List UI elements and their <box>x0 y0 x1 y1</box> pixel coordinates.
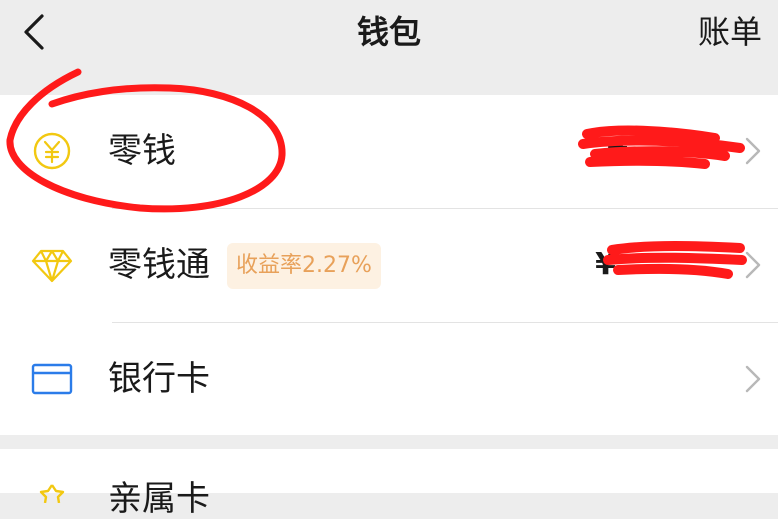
wallet-list: 零钱 ¥ 零钱通 收益率2.27% ¥ 银行卡 <box>0 95 778 435</box>
wallet-item-label: 亲属卡 <box>108 479 210 519</box>
wallet-item-change-plus[interactable]: 零钱通 收益率2.27% ¥ <box>0 209 778 322</box>
wallet-item-label: 零钱 <box>108 131 176 171</box>
page-title: 钱包 <box>356 13 421 51</box>
chevron-right-icon <box>745 251 761 279</box>
yield-badge: 收益率2.27% <box>227 243 381 289</box>
top-bar: 钱包 账单 <box>0 0 778 95</box>
wallet-list-secondary: 亲属卡 <box>0 449 778 519</box>
wallet-item-label: 零钱通 <box>108 245 210 285</box>
wallet-item-change[interactable]: 零钱 ¥ <box>0 95 778 208</box>
balance-amount: ¥ <box>595 247 616 282</box>
diamond-icon <box>31 249 73 283</box>
chevron-right-icon <box>745 137 761 165</box>
yuan-coin-icon <box>33 132 71 170</box>
wallet-item-bank-card[interactable]: 银行卡 <box>0 323 778 436</box>
family-card-icon <box>39 484 65 503</box>
chevron-right-icon <box>745 365 761 393</box>
wallet-item-label: 银行卡 <box>108 359 210 399</box>
section-gap <box>0 435 778 449</box>
balance-amount: ¥ <box>607 133 628 168</box>
bill-button[interactable]: 账单 <box>698 12 762 52</box>
bank-card-icon <box>31 363 73 395</box>
